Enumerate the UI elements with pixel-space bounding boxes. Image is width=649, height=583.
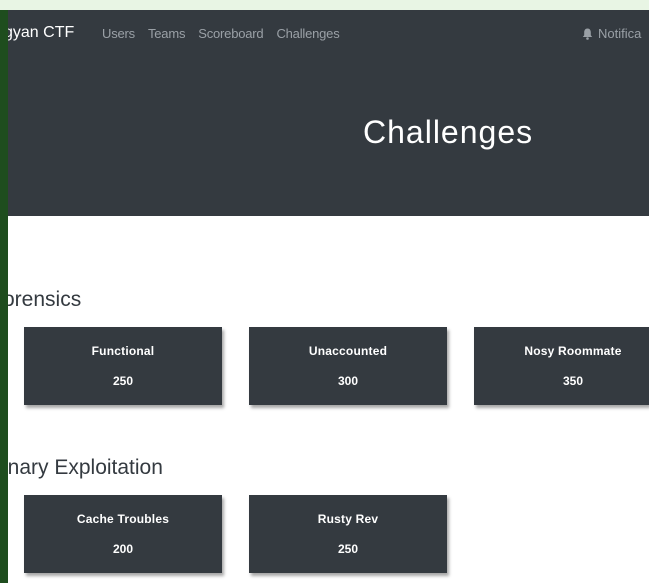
navbar: gyan CTF Users Teams Scoreboard Challeng… [8,10,649,58]
notifications-link[interactable]: Notifica [582,26,641,41]
nav-links: Users Teams Scoreboard Challenges [102,26,340,41]
challenge-name: Unaccounted [308,344,388,358]
challenge-card[interactable]: Rusty Rev 250 [249,495,447,573]
page-title: Challenges [363,114,534,150]
page: gyan CTF Users Teams Scoreboard Challeng… [8,10,649,583]
category-title-binary-exploitation: inary Exploitation [8,456,163,479]
challenge-card[interactable]: Functional 250 [24,327,222,405]
challenge-value: 250 [112,374,134,388]
notifications-label: Notifica [598,26,642,41]
nav-link-challenges[interactable]: Challenges [276,26,339,41]
challenge-value: 300 [337,374,359,388]
nav-link-users[interactable]: Users [102,26,135,41]
nav-link-teams[interactable]: Teams [148,26,185,41]
bell-icon [582,28,593,40]
challenge-card[interactable]: Nosy Roommate 350 [474,327,649,405]
challenge-name: Cache Troubles [76,512,170,526]
challenge-name: Rusty Rev [317,512,379,526]
brand-link[interactable]: gyan CTF [8,24,74,42]
challenge-value: 350 [562,374,584,388]
challenge-card[interactable]: Unaccounted 300 [249,327,447,405]
category-title-forensics: orensics [8,288,82,311]
window-top-strip [0,0,649,10]
challenge-card[interactable]: Cache Troubles 200 [24,495,222,573]
jumbotron: Challenges [8,58,649,216]
challenge-value: 250 [337,542,359,556]
challenge-name: Functional [91,344,155,358]
challenge-name: Nosy Roommate [524,344,622,358]
challenge-value: 200 [112,542,134,556]
nav-link-scoreboard[interactable]: Scoreboard [198,26,263,41]
